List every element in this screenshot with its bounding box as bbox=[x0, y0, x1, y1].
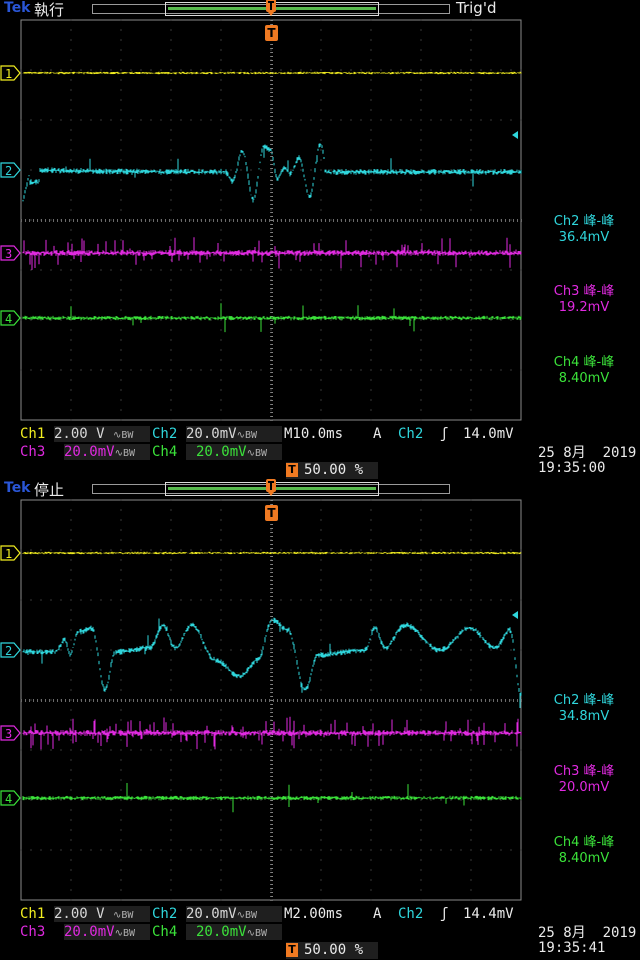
bandwidth-limit-icon: ∿BW bbox=[236, 430, 257, 441]
measurement-value: 36.4mV bbox=[558, 230, 610, 245]
ch1-marker-label: 1 bbox=[5, 67, 12, 81]
timebase: M10.0ms bbox=[284, 426, 344, 442]
trigger-source: Ch2 bbox=[398, 426, 424, 442]
ch4-trace bbox=[22, 783, 522, 813]
measurement-label: Ch4 峰-峰 bbox=[553, 355, 615, 370]
bandwidth-limit-icon: ∿BW bbox=[114, 448, 135, 459]
graticule-dots bbox=[20, 19, 522, 421]
ch4-label: Ch4 bbox=[152, 444, 178, 460]
acquire-mode: A bbox=[373, 906, 382, 922]
trigger-position-readout: T 50.00 % bbox=[286, 942, 378, 959]
time-readout: 19:35:41 bbox=[538, 940, 606, 956]
ch4-scale: 20.0mV∿BW bbox=[186, 924, 282, 940]
ch4-marker-label: 4 bbox=[5, 312, 12, 326]
measurement-value: 8.40mV bbox=[558, 851, 610, 866]
trigger-level-arrow bbox=[512, 131, 518, 139]
date-readout: 25 8月 2019 bbox=[538, 925, 637, 941]
trigger-position: 50.00 % bbox=[304, 462, 364, 478]
ch4-marker-label: 4 bbox=[5, 792, 12, 806]
scope-screen-2: 1 2 3 4 Tek 停止 T Ch2 峰-峰 34.8mV Ch3 峰-峰 20.… bbox=[0, 479, 640, 960]
measurement-label: Ch4 峰-峰 bbox=[553, 835, 615, 850]
measurement-value: 20.0mV bbox=[558, 780, 610, 795]
ch3-scale: 20.0mV∿BW bbox=[64, 924, 150, 940]
date-readout: 25 8月 2019 bbox=[538, 445, 637, 461]
trigger-level: 14.0mV bbox=[463, 426, 514, 442]
scope-screen-1: 1 2 3 4 Tek 執行 Trig'd T Ch2 峰-峰 36.4mV Ch3 … bbox=[0, 0, 640, 480]
ch1-scale: 2.00 V ∿BW bbox=[54, 426, 150, 442]
ch1-marker-label: 1 bbox=[5, 547, 12, 561]
run-status: 執行 bbox=[34, 1, 65, 19]
trigger-point-marker: T bbox=[265, 505, 278, 521]
trigger-slope-icon: ʃ bbox=[440, 426, 449, 442]
ch2-marker-label: 2 bbox=[5, 644, 12, 658]
measurement-label: Ch2 峰-峰 bbox=[553, 214, 615, 229]
measurement-ch3: Ch3 峰-峰 20.0mV bbox=[528, 764, 640, 796]
ch4-trace bbox=[22, 303, 522, 333]
measurement-label: Ch2 峰-峰 bbox=[553, 693, 615, 708]
trigger-mini-icon: T bbox=[286, 943, 298, 957]
trigger-position: 50.00 % bbox=[304, 942, 364, 958]
ch4-scale: 20.0mV∿BW bbox=[186, 444, 282, 460]
measurement-label: Ch3 峰-峰 bbox=[553, 764, 615, 779]
ch3-marker-label: 3 bbox=[5, 727, 12, 741]
measurement-ch2: Ch2 峰-峰 34.8mV bbox=[528, 693, 640, 725]
ch1-scale: 2.00 V ∿BW bbox=[54, 906, 150, 922]
trigger-level: 14.4mV bbox=[463, 906, 514, 922]
ch3-label: Ch3 bbox=[20, 444, 46, 460]
bandwidth-limit-icon: ∿BW bbox=[246, 448, 267, 459]
trigger-point-marker: T bbox=[265, 25, 278, 41]
ch3-marker-label: 3 bbox=[5, 247, 12, 261]
trigger-position-readout: T 50.00 % bbox=[286, 462, 378, 479]
acquire-mode: A bbox=[373, 426, 382, 442]
trigger-level-arrow bbox=[512, 611, 518, 619]
trigger-slope-icon: ʃ bbox=[440, 906, 449, 922]
trigger-position-icon bbox=[266, 0, 276, 16]
bandwidth-limit-icon: ∿BW bbox=[246, 928, 267, 939]
trigger-status: Trig'd bbox=[456, 0, 497, 17]
ch2-scale: 20.0mV∿BW bbox=[186, 906, 282, 922]
measurement-label: Ch3 峰-峰 bbox=[553, 284, 615, 299]
ch4-label: Ch4 bbox=[152, 924, 178, 940]
measurement-value: 34.8mV bbox=[558, 709, 610, 724]
tek-logo: Tek bbox=[4, 480, 31, 496]
run-status: 停止 bbox=[34, 481, 65, 499]
graticule-dots bbox=[20, 499, 522, 901]
trigger-source: Ch2 bbox=[398, 906, 424, 922]
measurement-ch3: Ch3 峰-峰 19.2mV bbox=[528, 284, 640, 316]
measurement-value: 19.2mV bbox=[558, 300, 610, 315]
time-readout: 19:35:00 bbox=[538, 460, 606, 476]
measurement-value: 8.40mV bbox=[558, 371, 610, 386]
trigger-mini-icon: T bbox=[286, 463, 298, 477]
trigger-position-icon bbox=[266, 479, 276, 496]
bandwidth-limit-icon: ∿BW bbox=[114, 928, 135, 939]
ch2-scale: 20.0mV∿BW bbox=[186, 426, 282, 442]
ch1-label: Ch1 bbox=[20, 906, 46, 922]
ch2-label: Ch2 bbox=[152, 426, 178, 442]
ch1-label: Ch1 bbox=[20, 426, 46, 442]
measurement-ch4: Ch4 峰-峰 8.40mV bbox=[528, 355, 640, 387]
ch2-trace bbox=[22, 617, 522, 708]
bandwidth-limit-icon: ∿BW bbox=[113, 430, 134, 441]
ch3-scale: 20.0mV∿BW bbox=[64, 444, 150, 460]
bandwidth-limit-icon: ∿BW bbox=[113, 910, 134, 921]
ch2-marker-label: 2 bbox=[5, 164, 12, 178]
measurement-ch2: Ch2 峰-峰 36.4mV bbox=[528, 214, 640, 246]
measurement-ch4: Ch4 峰-峰 8.40mV bbox=[528, 835, 640, 867]
timebase: M2.00ms bbox=[284, 906, 344, 922]
tek-logo: Tek bbox=[4, 0, 31, 16]
bandwidth-limit-icon: ∿BW bbox=[236, 910, 257, 921]
ch3-label: Ch3 bbox=[20, 924, 46, 940]
ch2-label: Ch2 bbox=[152, 906, 178, 922]
